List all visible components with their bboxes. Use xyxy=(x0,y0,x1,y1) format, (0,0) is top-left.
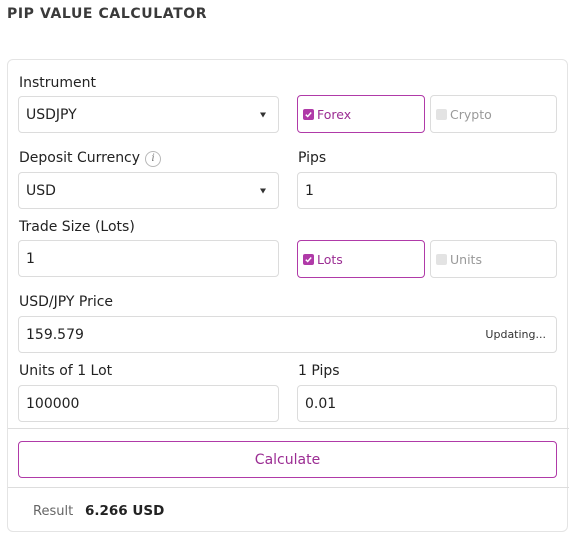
price-label: USD/JPY Price xyxy=(19,294,114,310)
instrument-value: USDJPY xyxy=(26,106,77,123)
pip-size-value: 0.01 xyxy=(305,395,337,412)
trade-size-label: Trade Size (Lots) xyxy=(19,219,135,235)
instrument-label: Instrument xyxy=(19,75,97,91)
divider xyxy=(8,428,569,429)
deposit-currency-label: Deposit Currency i xyxy=(19,150,162,167)
price-status: Updating... xyxy=(485,328,546,341)
trade-size-input[interactable]: 1 xyxy=(18,240,279,277)
instrument-select[interactable]: USDJPY xyxy=(18,96,279,133)
pip-size-input[interactable]: 0.01 xyxy=(297,385,557,422)
chevron-down-icon xyxy=(260,112,266,117)
checkbox-checked-icon xyxy=(303,108,314,120)
deposit-currency-value: USD xyxy=(26,182,56,199)
lots-toggle[interactable]: Lots xyxy=(297,240,425,278)
units-label: Units xyxy=(450,251,482,267)
price-input[interactable]: 159.579 Updating... xyxy=(18,316,557,353)
checkbox-unchecked-icon xyxy=(436,253,447,265)
trade-size-value: 1 xyxy=(26,250,35,267)
units-per-lot-value: 100000 xyxy=(26,395,80,412)
pips-value: 1 xyxy=(305,182,314,199)
calculator-card: Instrument USDJPY Forex Crypto Deposit C… xyxy=(7,59,569,532)
pips-label: Pips xyxy=(298,150,327,166)
checkbox-checked-icon xyxy=(303,253,314,265)
divider xyxy=(8,487,569,488)
crypto-label: Crypto xyxy=(450,106,492,122)
chevron-down-icon xyxy=(260,188,266,193)
units-per-lot-label: Units of 1 Lot xyxy=(19,363,113,379)
units-toggle[interactable]: Units xyxy=(430,240,557,278)
forex-toggle[interactable]: Forex xyxy=(297,95,425,133)
result-label: Result xyxy=(33,504,74,519)
price-value: 159.579 xyxy=(26,326,84,343)
page-title: PIP VALUE CALCULATOR xyxy=(7,6,208,22)
units-per-lot-input[interactable]: 100000 xyxy=(18,385,279,422)
forex-label: Forex xyxy=(317,106,352,122)
calculate-button[interactable]: Calculate xyxy=(18,441,557,478)
lots-label: Lots xyxy=(317,251,343,267)
info-icon[interactable]: i xyxy=(145,150,162,167)
deposit-currency-select[interactable]: USD xyxy=(18,172,279,209)
result-value: 6.266 USD xyxy=(85,503,165,519)
crypto-toggle[interactable]: Crypto xyxy=(430,95,557,133)
checkbox-unchecked-icon xyxy=(436,108,447,120)
pip-size-label: 1 Pips xyxy=(298,363,340,379)
pips-input[interactable]: 1 xyxy=(297,172,557,209)
